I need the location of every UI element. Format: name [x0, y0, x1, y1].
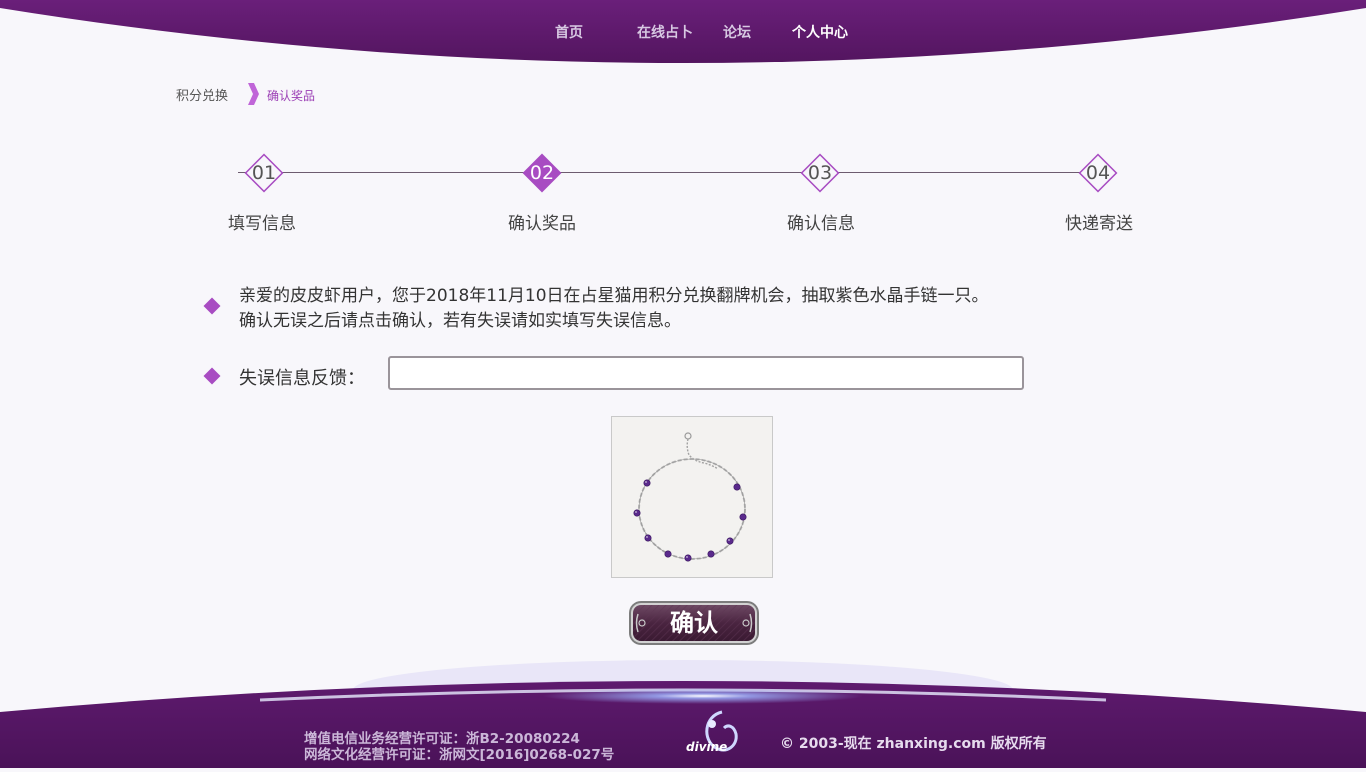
prize-image — [611, 416, 773, 578]
nav-item-forum[interactable]: 论坛 — [723, 22, 751, 42]
bracelet-image — [633, 432, 747, 562]
footer-copyright: © 2003-现在 zhanxing.com 版权所有 — [780, 736, 1047, 752]
confirm-button[interactable]: 确认 — [628, 600, 760, 646]
step-4-marker: 04 — [1077, 152, 1119, 194]
logo-text: divine — [686, 740, 728, 754]
breadcrumb-points-exchange[interactable]: 积分兑换 — [176, 85, 228, 104]
diamond-bullet-icon — [203, 367, 221, 385]
nav-item-personal-center[interactable]: 个人中心 — [792, 22, 848, 42]
step-1-number: 01 — [251, 162, 277, 184]
footer: 增值电信业务经营许可证：浙B2-20080224 网络文化经营许可证：浙网文[2… — [0, 660, 1366, 768]
nav-item-online-divination[interactable]: 在线占卜 — [637, 22, 693, 42]
progress-line — [238, 172, 1100, 173]
step-2-label: 确认奖品 — [508, 214, 576, 234]
step-1-marker: 01 — [243, 152, 285, 194]
nav-item-home[interactable]: 首页 — [555, 22, 583, 42]
step-2-marker: 02 — [521, 152, 563, 194]
top-header: 首页 在线占卜 论坛 个人中心 — [0, 0, 1366, 70]
main-nav: 首页 在线占卜 论坛 个人中心 — [0, 0, 1366, 62]
prize-message: 亲爱的皮皮虾用户，您于2018年11月10日在占星猫用积分兑换翻牌机会，抽取紫色… — [239, 284, 989, 334]
breadcrumb-current: 确认奖品 — [267, 89, 316, 103]
prize-message-line1: 亲爱的皮皮虾用户，您于2018年11月10日在占星猫用积分兑换翻牌机会，抽取紫色… — [239, 286, 989, 306]
progress-steps: 01 02 03 04 填写信息 确认奖品 确认信息 快递寄送 — [0, 140, 1366, 240]
feedback-label: 失误信息反馈： — [239, 368, 365, 389]
divine-logo: divine — [682, 710, 744, 768]
step-2-number: 02 — [529, 162, 555, 184]
footer-culture-license: 网络文化经营许可证：浙网文[2016]0268-027号 — [304, 747, 615, 763]
step-3-number: 03 — [807, 162, 833, 184]
diamond-bullet-icon — [203, 297, 221, 315]
chevron-right-icon — [248, 83, 259, 105]
step-4-label: 快递寄送 — [1065, 214, 1133, 234]
step-1-label: 填写信息 — [228, 214, 296, 234]
step-3-marker: 03 — [799, 152, 841, 194]
confirm-button-label: 确认 — [670, 609, 718, 637]
step-4-number: 04 — [1085, 162, 1111, 184]
prize-message-line2: 确认无误之后请点击确认，若有失误请如实填写失误信息。 — [239, 311, 681, 331]
step-3-label: 确认信息 — [787, 214, 855, 234]
feedback-input[interactable] — [388, 356, 1024, 390]
